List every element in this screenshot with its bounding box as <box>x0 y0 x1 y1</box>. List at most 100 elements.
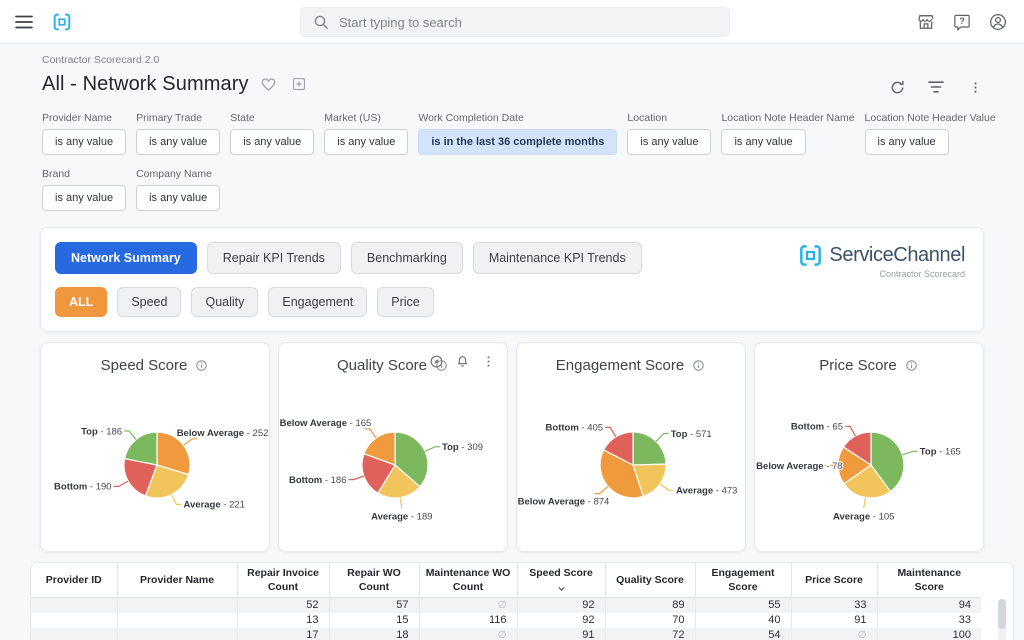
column-provider-name[interactable]: Provider Name <box>117 563 237 598</box>
filter-label: Primary Trade <box>136 112 220 124</box>
brand-block: ServiceChannel Contractor Scorecard <box>798 243 965 279</box>
chip-all[interactable]: ALL <box>55 287 107 317</box>
favorite-icon[interactable] <box>259 74 279 94</box>
column-speed-score[interactable]: Speed Score <box>517 563 605 598</box>
brand-subtitle: Contractor Scorecard <box>798 269 965 279</box>
svg-text:Average - 221: Average - 221 <box>184 500 245 511</box>
page-title: All - Network Summary <box>42 73 249 96</box>
page-head: Contractor Scorecard 2.0 All - Network S… <box>42 54 984 98</box>
chart-card-price-score: Price Score Top - 165 Average - 105 Below … <box>754 342 984 552</box>
svg-text:Below Average - 78: Below Average - 78 <box>756 461 842 472</box>
table-row[interactable]: 5257∅9289553394 <box>31 598 981 614</box>
brand-name: ServiceChannel <box>829 244 965 267</box>
filter-value[interactable]: is any value <box>324 129 408 155</box>
servicechannel-brand-icon <box>798 243 823 268</box>
table-body: 5257∅9289553394131511692704091331718∅917… <box>31 598 981 640</box>
search-icon <box>313 14 329 30</box>
column-engagement-score[interactable]: Engagement Score <box>695 563 791 598</box>
chart-card-speed-score: Speed Score Below Average - 252Average -… <box>40 342 270 552</box>
chip-quality[interactable]: Quality <box>191 287 258 317</box>
column-price-score[interactable]: Price Score <box>791 563 877 598</box>
filter-state: State is any value <box>230 112 314 155</box>
filter-label: Provider Name <box>42 112 126 124</box>
svg-text:Top - 309: Top - 309 <box>442 442 483 453</box>
kebab-icon[interactable] <box>966 78 984 96</box>
cell: ∅ <box>419 628 517 640</box>
chip-speed[interactable]: Speed <box>117 287 181 317</box>
filter-value[interactable]: is any value <box>42 185 126 211</box>
column-maintenance-wo-count[interactable]: Maintenance WO Count <box>419 563 517 598</box>
pie-chart[interactable]: Top - 165 Average - 105 Below Average - 78… <box>755 377 983 545</box>
tab-maintenance-kpi-trends[interactable]: Maintenance KPI Trends <box>473 242 642 274</box>
filter-value[interactable]: is any value <box>42 129 126 155</box>
chart-card-engagement-score: Engagement Score Top - 571Average - 473B… <box>516 342 746 552</box>
column-maintenance-score[interactable]: Maintenance Score <box>877 563 981 598</box>
cell: 52 <box>237 598 329 614</box>
filter-row-2: Brand is any value Company Name is any v… <box>42 168 984 211</box>
cell: 15 <box>329 613 419 628</box>
search-input[interactable] <box>339 15 717 30</box>
svg-text:Top - 165: Top - 165 <box>920 447 961 458</box>
filter-value[interactable]: is any value <box>230 129 314 155</box>
explore-icon[interactable] <box>428 353 445 370</box>
pie-chart[interactable]: Top - 571Average - 473Below Average - 87… <box>517 377 745 545</box>
cell: 91 <box>791 613 877 628</box>
storefront-icon[interactable] <box>914 10 938 34</box>
svg-text:Bottom - 186: Bottom - 186 <box>289 475 347 486</box>
menu-icon[interactable] <box>15 15 33 29</box>
svg-text:Below Average - 252: Below Average - 252 <box>177 428 269 439</box>
tab-network-summary[interactable]: Network Summary <box>55 242 197 274</box>
cell: 54 <box>695 628 791 640</box>
info-icon[interactable] <box>904 358 919 373</box>
column-quality-score[interactable]: Quality Score <box>605 563 695 598</box>
cell: 94 <box>877 598 981 614</box>
filter-value[interactable]: is any value <box>865 129 949 155</box>
filter-icon[interactable] <box>927 78 945 96</box>
chart-title: Quality Score <box>337 357 427 374</box>
filter-primary-trade: Primary Trade is any value <box>136 112 220 155</box>
add-board-icon[interactable] <box>289 74 309 94</box>
filter-value[interactable]: is any value <box>136 185 220 211</box>
filter-value[interactable]: is any value <box>721 129 805 155</box>
refresh-icon[interactable] <box>888 78 906 96</box>
svg-text:Bottom - 405: Bottom - 405 <box>546 423 604 434</box>
filter-row-1: Provider Name is any value Primary Trade… <box>42 112 984 155</box>
pie-chart[interactable]: Below Average - 252Average - 221Bottom -… <box>41 377 269 545</box>
info-icon[interactable] <box>194 358 209 373</box>
table-card: Provider IDProvider NameRepair Invoice C… <box>30 562 1014 640</box>
table-row[interactable]: 1718∅917254∅100 <box>31 628 981 640</box>
filter-value[interactable]: is any value <box>136 129 220 155</box>
cell <box>31 598 117 614</box>
cell <box>31 613 117 628</box>
column-repair-invoice-count[interactable]: Repair Invoice Count <box>237 563 329 598</box>
cell <box>117 628 237 640</box>
pie-chart[interactable]: Top - 309Average - 189Bottom - 186Below … <box>279 377 507 545</box>
tab-benchmarking[interactable]: Benchmarking <box>351 242 463 274</box>
chart-title: Price Score <box>819 357 897 374</box>
cell: 33 <box>791 598 877 614</box>
cell: 55 <box>695 598 791 614</box>
filter-value[interactable]: is any value <box>627 129 711 155</box>
cell: 72 <box>605 628 695 640</box>
svg-text:Average - 105: Average - 105 <box>833 511 894 522</box>
filter-location: Location is any value <box>627 112 711 155</box>
svg-text:Average - 473: Average - 473 <box>676 486 737 497</box>
filter-label: Brand <box>42 168 126 180</box>
table-scrollbar[interactable] <box>998 599 1006 640</box>
account-icon[interactable] <box>986 10 1010 34</box>
servicechannel-logo-icon[interactable] <box>52 12 72 32</box>
tab-repair-kpi-trends[interactable]: Repair KPI Trends <box>207 242 341 274</box>
filter-value[interactable]: is in the last 36 complete months <box>418 129 617 155</box>
table-row[interactable]: 13151169270409133 <box>31 613 981 628</box>
column-repair-wo-count[interactable]: Repair WO Count <box>329 563 419 598</box>
help-icon[interactable]: ? <box>950 10 974 34</box>
chip-price[interactable]: Price <box>377 287 433 317</box>
info-icon[interactable] <box>691 358 706 373</box>
svg-text:Average - 189: Average - 189 <box>371 512 432 523</box>
cell: 57 <box>329 598 419 614</box>
kebab-icon[interactable] <box>480 353 497 370</box>
column-provider-id[interactable]: Provider ID <box>31 563 117 598</box>
table-header: Provider IDProvider NameRepair Invoice C… <box>31 563 981 598</box>
chip-engagement[interactable]: Engagement <box>268 287 367 317</box>
alert-icon[interactable] <box>454 353 471 370</box>
